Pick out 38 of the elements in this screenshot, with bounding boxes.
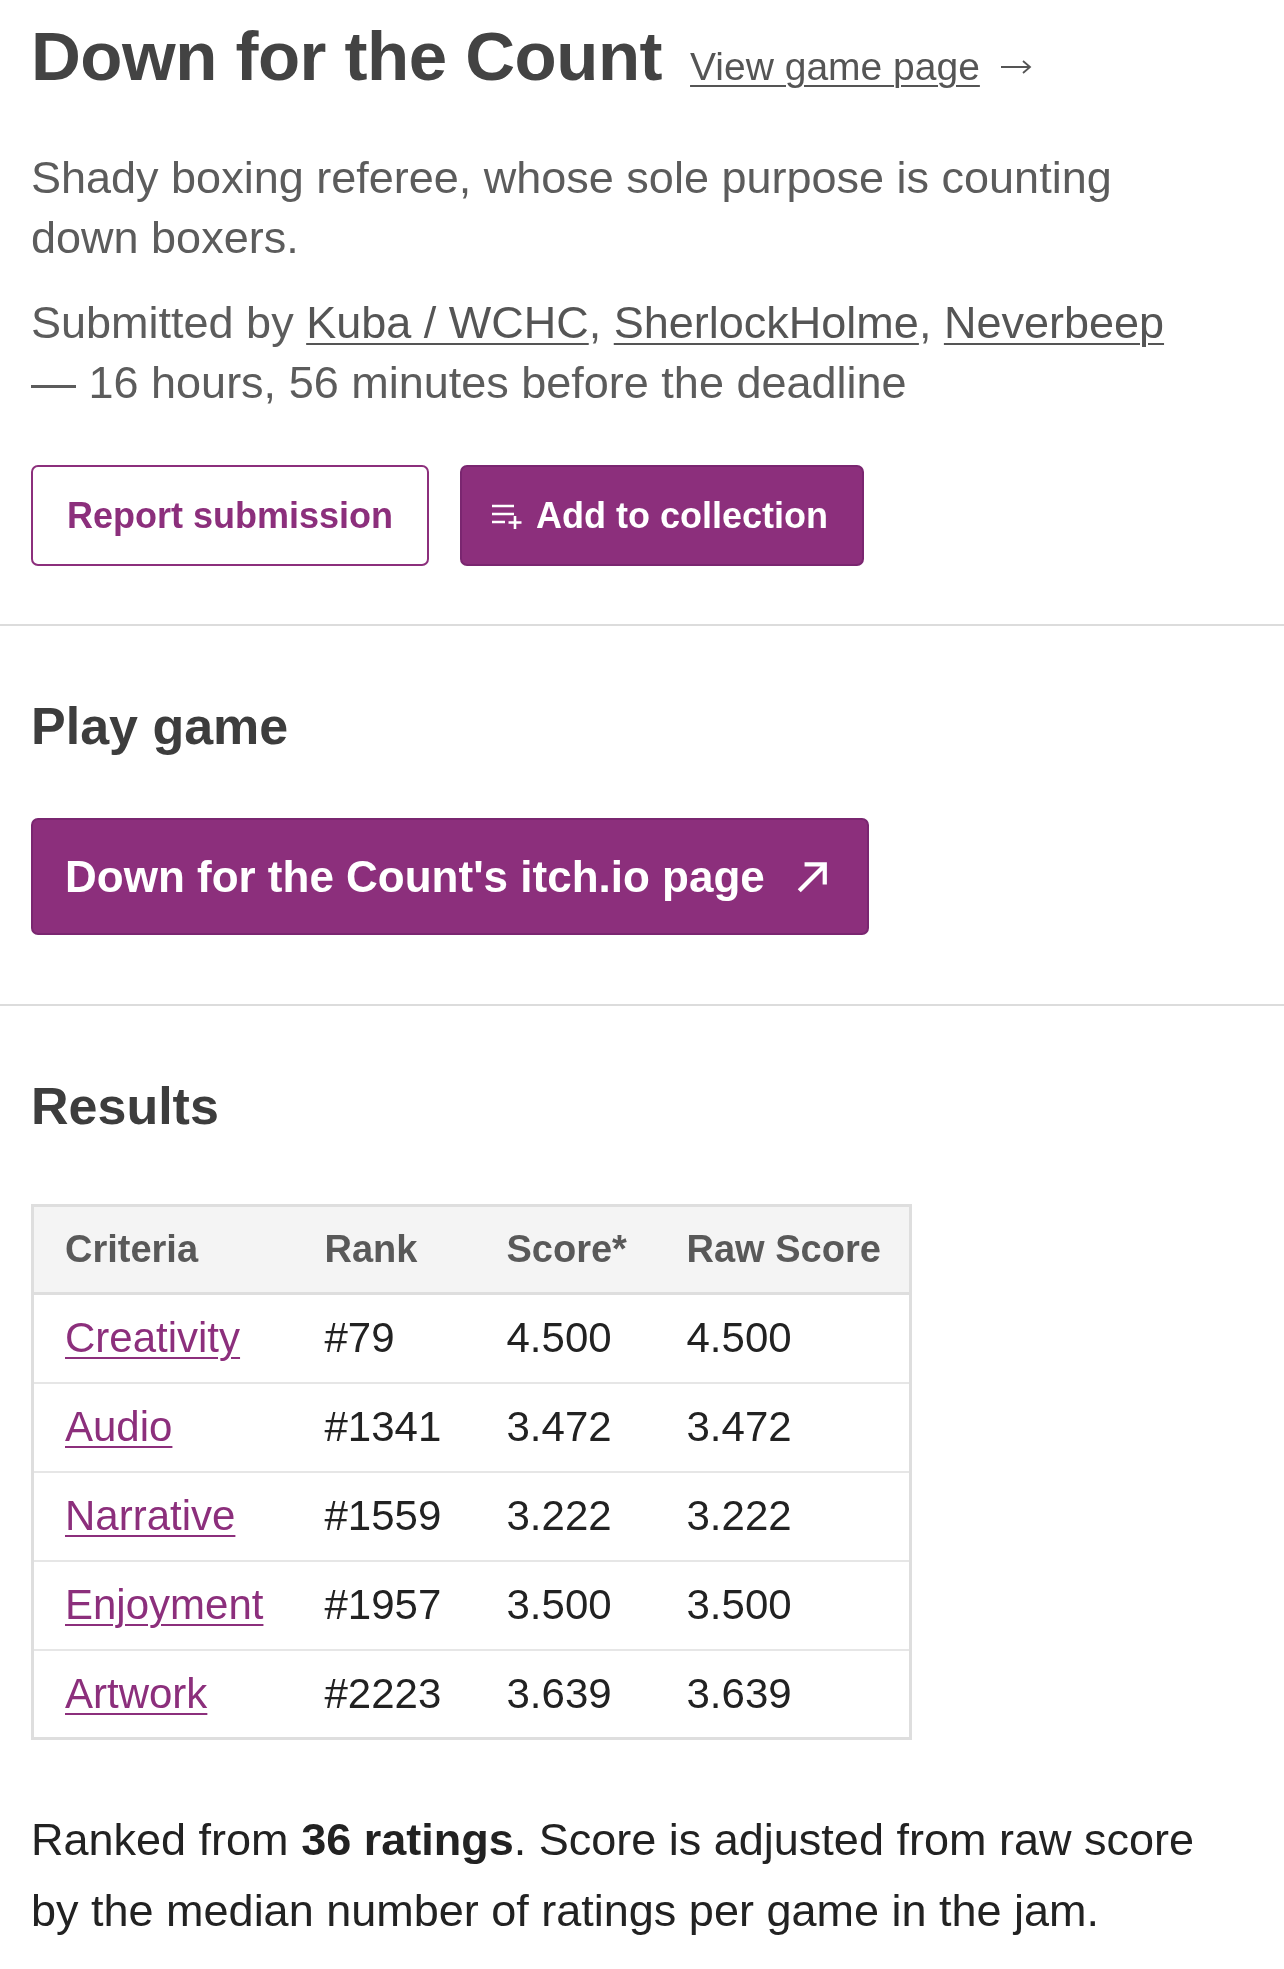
raw-score-cell: 3.222 (655, 1471, 911, 1561)
author-link[interactable]: SherlockHolme (613, 297, 919, 348)
criteria-link[interactable]: Enjoyment (65, 1581, 264, 1628)
game-title: Down for the Count (31, 17, 663, 97)
criteria-link[interactable]: Audio (65, 1403, 173, 1450)
add-to-collection-button[interactable]: Add to collection (460, 465, 865, 566)
criteria-link[interactable]: Creativity (65, 1314, 241, 1362)
score-cell: 4.500 (475, 1293, 656, 1383)
itch-page-button[interactable]: Down for the Count's itch.io page (31, 818, 869, 935)
submitted-by-text: Submitted by Kuba / WCHC, SherlockHolme, Neverbeep — 16 hours, 56 minutes before the deadline (31, 296, 1166, 410)
score-cell: 3.472 (475, 1382, 656, 1472)
raw-score-cell: 4.500 (655, 1293, 911, 1383)
column-header: Criteria (32, 1205, 294, 1294)
ranking-note: Ranked from 36 ratings. Score is adjusted from raw score by the median number of ratings per game in the jam. (31, 1813, 1195, 1938)
raw-score-cell: 3.472 (655, 1382, 911, 1472)
raw-score-cell: 3.500 (655, 1560, 911, 1650)
score-cell: 3.500 (475, 1560, 656, 1650)
score-cell: 3.639 (475, 1649, 656, 1739)
play-game-heading: Play game (31, 696, 290, 757)
column-header: Score* (475, 1205, 656, 1294)
view-game-page-link[interactable]: View game page (690, 45, 1032, 89)
rank-cell: #2223 (293, 1649, 476, 1739)
game-description: Shady boxing referee, whose sole purpose is counting down boxers. (31, 151, 1113, 265)
rank-cell: #1957 (293, 1560, 476, 1650)
column-header: Raw Score (655, 1205, 911, 1294)
criteria-link[interactable]: Narrative (65, 1492, 236, 1539)
score-cell: 3.222 (475, 1471, 656, 1561)
rank-cell: #1341 (293, 1382, 476, 1472)
author-link[interactable]: Neverbeep (943, 297, 1165, 348)
rank-cell: #1559 (293, 1471, 476, 1561)
rank-cell: #79 (293, 1293, 476, 1383)
raw-score-cell: 3.639 (655, 1649, 911, 1739)
column-header: Rank (293, 1205, 476, 1294)
criteria-link[interactable]: Artwork (65, 1669, 208, 1717)
report-button[interactable]: Report submission (31, 465, 430, 566)
right-arrow-icon (999, 59, 1032, 75)
author-link[interactable]: Kuba / WCHC (306, 297, 589, 348)
results-heading: Results (31, 1076, 220, 1137)
